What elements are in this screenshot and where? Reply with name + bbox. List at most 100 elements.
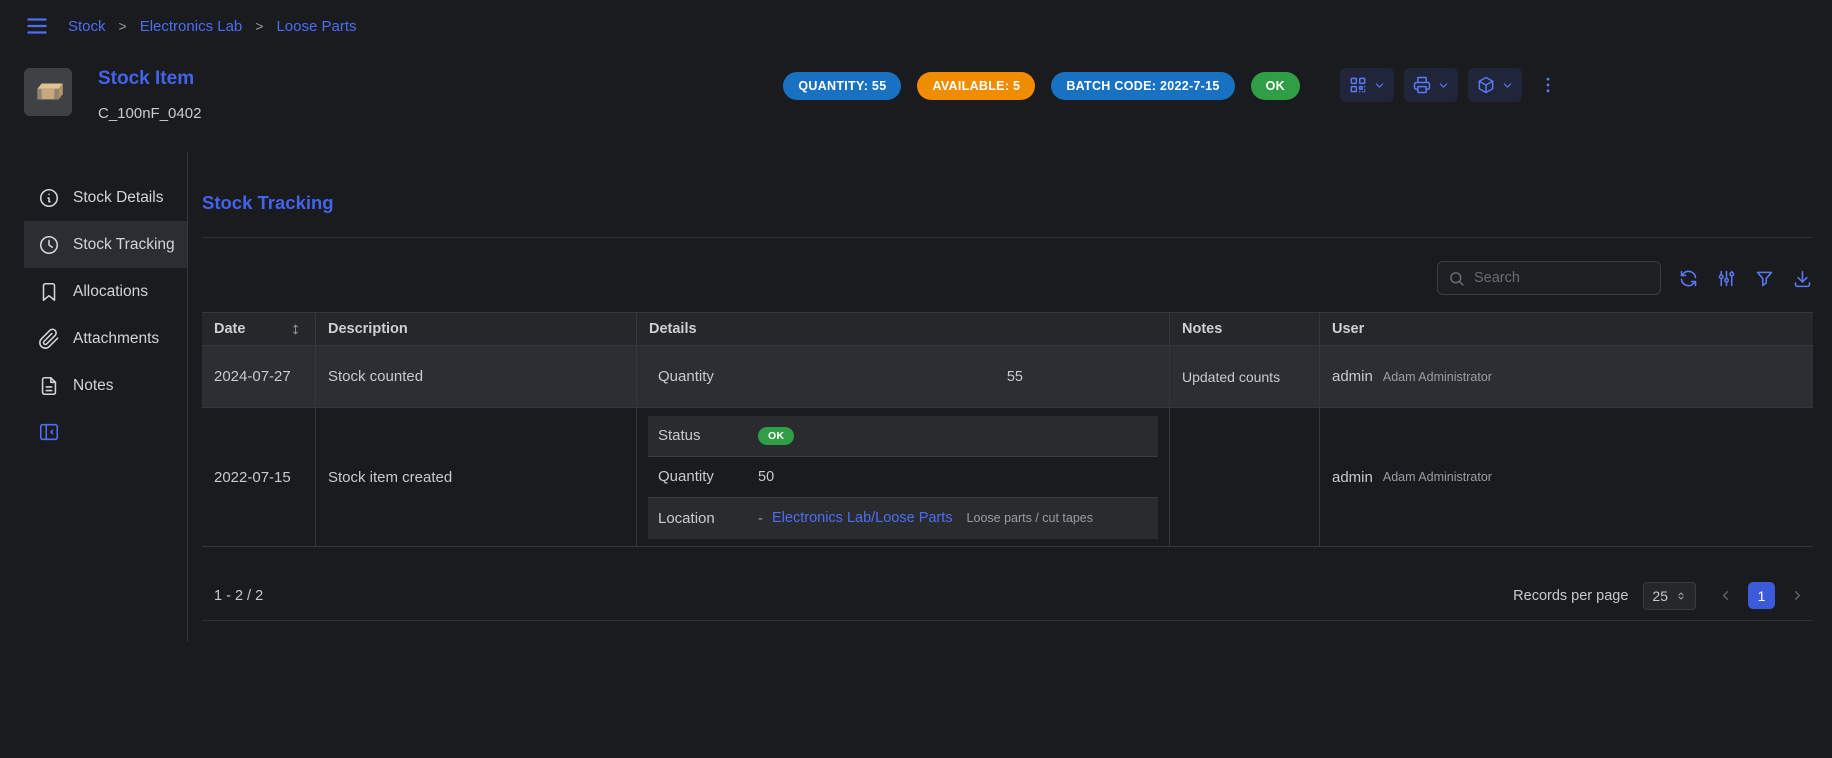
stock-item-page: Stock > Electronics Lab > Loose Parts St… [0, 0, 1832, 758]
detail-label: Quantity [658, 368, 758, 385]
sidebar-item-notes[interactable]: Notes [24, 362, 187, 409]
notes-icon [38, 375, 60, 397]
qr-code-icon [1348, 75, 1368, 95]
sidebar-item-attachments[interactable]: Attachments [24, 315, 187, 362]
column-header-notes: Notes [1170, 313, 1320, 345]
table-toolbar [202, 260, 1813, 296]
description-cell: Stock item created [316, 408, 637, 546]
date-value: 2024-07-27 [214, 368, 291, 385]
title-block: Stock Item C_100nF_0402 [98, 68, 201, 122]
part-thumbnail[interactable] [24, 68, 72, 116]
status-ok-badge: OK [1251, 72, 1300, 100]
history-icon [38, 234, 60, 256]
column-header-description: Description [316, 313, 637, 345]
column-header-details: Details [637, 313, 1170, 345]
column-header-user: User [1320, 313, 1813, 345]
adjustments-icon[interactable] [1716, 268, 1737, 289]
collapse-sidebar-icon[interactable] [38, 421, 60, 443]
location-link[interactable]: Electronics Lab/Loose Parts [772, 510, 953, 526]
detail-value: 55 [1007, 369, 1023, 385]
pager: 1 [1712, 582, 1811, 609]
header-actions [1340, 68, 1560, 102]
username: admin [1332, 469, 1373, 486]
column-header-date[interactable]: Date [202, 313, 316, 345]
kebab-menu-icon[interactable] [1536, 71, 1560, 99]
page-body: Stock Details Stock Tracking Allocations… [0, 152, 1832, 758]
panel-content: Stock Tracking [188, 152, 1832, 758]
search-input[interactable] [1474, 270, 1650, 286]
available-badge: AVAILABLE: 5 [917, 72, 1035, 100]
next-page-button[interactable] [1784, 582, 1811, 609]
records-per-page-label: Records per page [1513, 588, 1628, 604]
part-name: C_100nF_0402 [98, 105, 201, 122]
sidebar-item-stock-tracking[interactable]: Stock Tracking [24, 221, 187, 268]
printer-icon [1412, 75, 1432, 95]
user-fullname: Adam Administrator [1383, 370, 1492, 384]
details-cell: Quantity 55 [637, 346, 1170, 407]
sidebar-item-label: Notes [73, 377, 114, 395]
breadcrumb: Stock > Electronics Lab > Loose Parts [68, 18, 357, 35]
location-description: Loose parts / cut tapes [967, 511, 1093, 525]
search-icon [1448, 270, 1465, 287]
prev-page-button[interactable] [1712, 582, 1739, 609]
stock-tracking-table: Date Description Details Notes User 2024… [202, 312, 1813, 621]
records-per-page-select[interactable]: 25 [1643, 582, 1696, 610]
menu-icon[interactable] [24, 13, 50, 39]
page-header: Stock Item C_100nF_0402 QUANTITY: 55 AVA… [0, 52, 1832, 152]
download-icon[interactable] [1792, 268, 1813, 289]
filter-icon[interactable] [1754, 268, 1775, 289]
sidebar-item-label: Stock Tracking [73, 236, 175, 254]
divider [202, 237, 1813, 238]
chevron-down-icon [1373, 79, 1386, 92]
details-cell: Status OK Quantity 50 Location - Electro… [637, 408, 1170, 546]
sort-icon[interactable] [288, 322, 303, 337]
pagination-controls: Records per page 25 1 [1513, 582, 1811, 610]
per-page-value: 25 [1652, 588, 1668, 604]
chevron-down-icon [1501, 79, 1514, 92]
selector-icon [1675, 590, 1687, 602]
page-1-button[interactable]: 1 [1748, 582, 1775, 609]
refresh-icon[interactable] [1678, 268, 1699, 289]
user-fullname: Adam Administrator [1383, 470, 1492, 484]
detail-row-location: Location - Electronics Lab/Loose Parts L… [648, 498, 1158, 539]
user-cell: admin Adam Administrator [1320, 408, 1813, 546]
capacitor-image [30, 74, 66, 110]
table-footer: 1 - 2 / 2 Records per page 25 1 [202, 571, 1813, 621]
detail-value: 50 [758, 469, 774, 485]
chevron-right-icon [1790, 588, 1805, 603]
cube-icon [1476, 75, 1496, 95]
notes-cell [1170, 408, 1320, 546]
detail-row-status: Status OK [648, 416, 1158, 457]
date-cell: 2022-07-15 [202, 408, 316, 546]
breadcrumb-stock[interactable]: Stock [68, 18, 106, 35]
breadcrumb-electronics-lab[interactable]: Electronics Lab [140, 18, 243, 35]
description-value: Stock item created [328, 469, 452, 486]
batch-code-badge: BATCH CODE: 2022-7-15 [1051, 72, 1234, 100]
date-value: 2022-07-15 [214, 469, 291, 486]
detail-row-quantity: Quantity 55 [648, 368, 1158, 385]
description-value: Stock counted [328, 368, 423, 385]
page-title: Stock Item [98, 68, 201, 90]
search-box [1437, 261, 1661, 295]
detail-row-quantity: Quantity 50 [648, 457, 1158, 498]
print-actions-button[interactable] [1404, 68, 1458, 102]
barcode-actions-button[interactable] [1340, 68, 1394, 102]
breadcrumb-loose-parts[interactable]: Loose Parts [276, 18, 356, 35]
table-header-row: Date Description Details Notes User [202, 312, 1813, 346]
paperclip-icon [38, 328, 60, 350]
panel-sidebar: Stock Details Stock Tracking Allocations… [24, 152, 188, 642]
sidebar-item-label: Attachments [73, 330, 159, 348]
status-ok-badge: OK [758, 427, 794, 445]
column-label: Details [649, 321, 697, 337]
table-row: 2024-07-27 Stock counted Quantity 55 Upd… [202, 346, 1813, 408]
info-circle-icon [38, 187, 60, 209]
detail-label: Quantity [658, 468, 758, 485]
breadcrumb-separator: > [119, 18, 127, 34]
sidebar-item-allocations[interactable]: Allocations [24, 268, 187, 315]
sidebar-item-stock-details[interactable]: Stock Details [24, 174, 187, 221]
stock-actions-button[interactable] [1468, 68, 1522, 102]
notes-cell: Updated counts [1170, 346, 1320, 407]
detail-label: Status [658, 427, 758, 444]
panel-title: Stock Tracking [202, 192, 1813, 214]
details-subtable: Status OK Quantity 50 Location - Electro… [648, 416, 1158, 539]
